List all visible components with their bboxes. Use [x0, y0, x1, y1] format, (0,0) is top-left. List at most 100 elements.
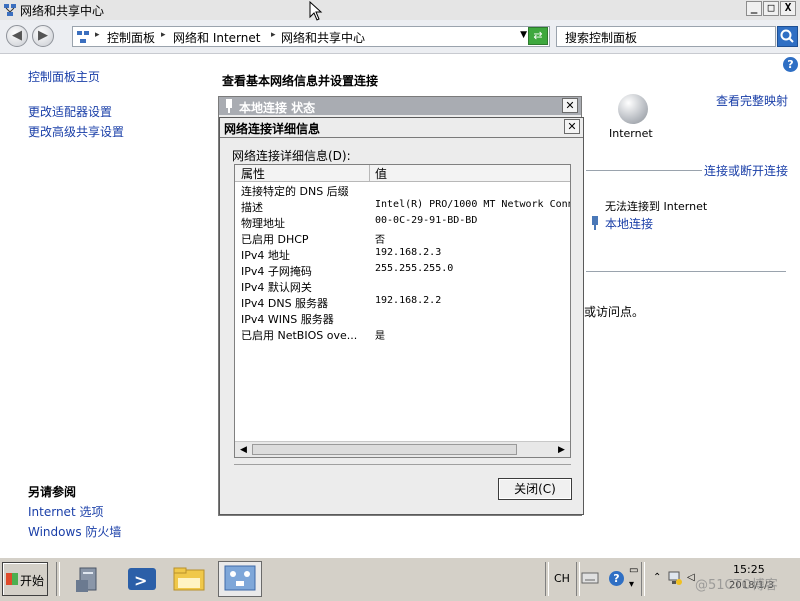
chevron-right-icon[interactable]: ▸: [95, 30, 100, 40]
server-manager-icon[interactable]: [70, 562, 110, 596]
value-cell: 192.168.2.3: [375, 247, 442, 258]
table-row[interactable]: 描述 Intel(R) PRO/1000 MT Network Conn: [235, 198, 570, 214]
taskbar-divider: [545, 562, 549, 596]
property-cell: 连接特定的 DNS 后缀: [241, 185, 349, 198]
change-advanced-sharing-link[interactable]: 更改高级共享设置: [28, 123, 124, 140]
details-list-label: 网络连接详细信息(D):: [232, 149, 351, 163]
table-row[interactable]: IPv4 子网掩码 255.255.255.0: [235, 262, 570, 278]
system-tray: CH ? ▭ ▾ ⌃ ◁ 15:25 2018/1/3 @51CTO博客: [545, 561, 798, 597]
crumb-network-sharing[interactable]: 网络和共享中心: [281, 29, 365, 46]
value-cell: Intel(R) PRO/1000 MT Network Conn: [375, 199, 571, 210]
details-dialog-close-x[interactable]: ✕: [564, 119, 580, 134]
change-adapter-settings-link[interactable]: 更改适配器设置: [28, 103, 112, 120]
svg-text:>: >: [134, 571, 147, 590]
network-connection-details-dialog: 网络连接详细信息 ✕ 网络连接详细信息(D): 属性 值 连接特定的 DNS 后…: [219, 117, 584, 515]
details-listview[interactable]: 属性 值 连接特定的 DNS 后缀 描述 Intel(R) PRO/1000 MT…: [234, 164, 571, 458]
column-header-value[interactable]: 值: [375, 165, 387, 182]
property-cell: IPv4 默认网关: [241, 281, 312, 294]
access-point-text: 或访问点。: [584, 305, 645, 319]
window-titlebar: 网络和共享中心 _ □ X: [0, 0, 800, 21]
table-row[interactable]: 已启用 NetBIOS ove... 是: [235, 326, 570, 342]
start-button[interactable]: 开始: [2, 562, 48, 596]
help-icon[interactable]: ?: [783, 57, 798, 72]
maximize-button[interactable]: □: [763, 1, 779, 16]
dialog-divider: [234, 464, 571, 465]
network-adapter-icon: [226, 99, 232, 113]
window-title: 网络和共享中心: [20, 4, 105, 18]
chevron-up-icon[interactable]: ⌃: [653, 572, 661, 583]
internet-globe-icon: [618, 94, 648, 124]
connect-disconnect-link[interactable]: 连接或断开连接: [704, 162, 788, 179]
property-cell: 描述: [241, 201, 263, 214]
windows-logo-icon: [6, 573, 18, 585]
close-window-button[interactable]: X: [780, 1, 796, 16]
property-cell: 已启用 NetBIOS ove...: [241, 329, 358, 342]
scrollbar-thumb[interactable]: [252, 444, 517, 455]
breadcrumb[interactable]: ▸ 控制面板 ▸ 网络和 Internet ▸ 网络和共享中心 ▼: [72, 26, 550, 47]
language-indicator[interactable]: CH: [554, 572, 570, 585]
taskbar-active-app[interactable]: [218, 561, 262, 597]
table-row[interactable]: IPv4 WINS 服务器: [235, 310, 570, 326]
search-input[interactable]: 搜索控制面板: [556, 26, 776, 47]
network-tray-icon[interactable]: [667, 570, 683, 586]
status-dialog-title: 本地连接 状态: [239, 101, 316, 115]
property-cell: IPv4 地址: [241, 249, 290, 262]
network-center-icon: [224, 565, 256, 591]
details-dialog-titlebar: 网络连接详细信息 ✕: [220, 118, 583, 138]
local-connection-link[interactable]: 本地连接: [605, 215, 653, 232]
table-row[interactable]: IPv4 地址 192.168.2.3: [235, 246, 570, 262]
crumb-control-panel[interactable]: 控制面板: [107, 29, 155, 46]
taskbar-divider: [56, 562, 60, 596]
value-cell: 00-0C-29-91-BD-BD: [375, 215, 478, 226]
taskbar-divider: [641, 562, 645, 596]
minimize-button[interactable]: _: [746, 1, 762, 16]
search-button[interactable]: [777, 26, 798, 47]
taskbar-divider: [576, 562, 580, 596]
powershell-icon[interactable]: >: [122, 562, 162, 596]
keyboard-icon[interactable]: [581, 571, 599, 585]
control-panel-icon: [77, 31, 89, 43]
table-row[interactable]: IPv4 DNS 服务器 192.168.2.2: [235, 294, 570, 310]
close-button[interactable]: 关闭(C): [498, 478, 572, 500]
column-header-property[interactable]: 属性: [241, 165, 265, 182]
explorer-folder-icon[interactable]: [170, 562, 210, 596]
windows-firewall-link[interactable]: Windows 防火墙: [28, 523, 121, 540]
chevron-down-icon[interactable]: ▾: [629, 579, 634, 590]
value-cell: 否: [375, 235, 385, 246]
back-button[interactable]: ◀: [6, 25, 28, 47]
section-divider: [586, 170, 702, 171]
internet-options-link[interactable]: Internet 选项: [28, 503, 103, 520]
horizontal-scrollbar[interactable]: ◀ ▶: [235, 441, 570, 457]
scroll-left-icon[interactable]: ◀: [236, 443, 251, 457]
address-toolbar: ◀ ▶ ▸ 控制面板 ▸ 网络和 Internet ▸ 网络和共享中心 ▼ ⇄ …: [0, 20, 800, 54]
volume-icon[interactable]: ◁: [687, 572, 695, 583]
table-row[interactable]: 连接特定的 DNS 后缀: [235, 182, 570, 198]
crumb-network-internet[interactable]: 网络和 Internet: [173, 29, 260, 46]
refresh-button[interactable]: ⇄: [528, 27, 548, 45]
status-dialog-close-button[interactable]: ✕: [562, 98, 578, 113]
listview-header: 属性 值: [235, 165, 570, 182]
table-row[interactable]: 已启用 DHCP 否: [235, 230, 570, 246]
search-icon: [780, 29, 794, 43]
table-row[interactable]: 物理地址 00-0C-29-91-BD-BD: [235, 214, 570, 230]
scroll-right-icon[interactable]: ▶: [554, 443, 569, 457]
control-panel-home-link[interactable]: 控制面板主页: [28, 68, 100, 85]
table-row[interactable]: IPv4 默认网关: [235, 278, 570, 294]
value-cell: 255.255.255.0: [375, 263, 454, 274]
property-cell: IPv4 WINS 服务器: [241, 313, 334, 326]
forward-button[interactable]: ▶: [32, 25, 54, 47]
status-dialog-titlebar: 本地连接 状态 ✕: [219, 97, 581, 115]
network-adapter-icon: [592, 216, 598, 230]
restore-icon[interactable]: ▭: [629, 565, 638, 576]
details-dialog-title: 网络连接详细信息: [224, 122, 321, 136]
column-divider[interactable]: [369, 165, 370, 181]
internet-label: Internet: [609, 127, 653, 140]
chevron-down-icon[interactable]: ▼: [520, 30, 527, 40]
help-icon[interactable]: ?: [609, 571, 624, 586]
property-cell: IPv4 DNS 服务器: [241, 297, 329, 310]
view-full-map-link[interactable]: 查看完整映射: [716, 92, 788, 109]
chevron-right-icon[interactable]: ▸: [271, 30, 276, 40]
value-cell: 是: [375, 331, 385, 342]
see-also-heading: 另请参阅: [28, 485, 77, 499]
chevron-right-icon[interactable]: ▸: [161, 30, 166, 40]
